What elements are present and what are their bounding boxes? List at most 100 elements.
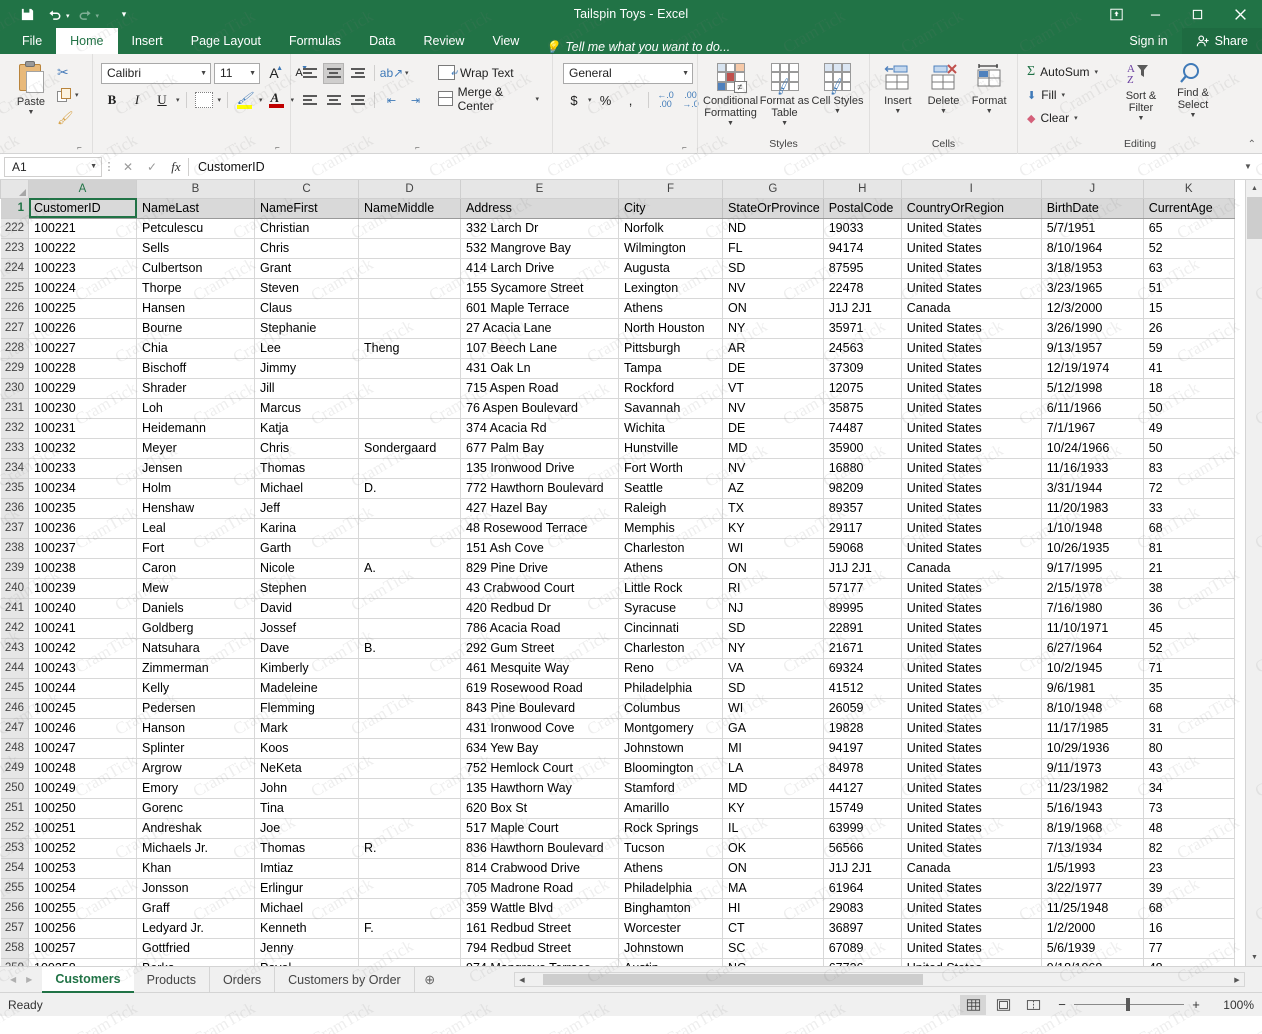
data-cell[interactable]	[359, 578, 461, 598]
data-cell[interactable]: 107 Beech Lane	[461, 338, 619, 358]
data-cell[interactable]: Loh	[137, 398, 255, 418]
decrease-indent-button[interactable]: ⇤	[381, 90, 402, 111]
data-cell[interactable]: FL	[723, 238, 824, 258]
row-header[interactable]: 253	[1, 838, 29, 858]
data-cell[interactable]: 94197	[823, 738, 901, 758]
data-cell[interactable]: Wilmington	[619, 238, 723, 258]
column-header-B[interactable]: B	[137, 180, 255, 198]
data-cell[interactable]: AZ	[723, 478, 824, 498]
data-cell[interactable]: Flemming	[255, 698, 359, 718]
data-cell[interactable]: 100240	[29, 598, 137, 618]
data-cell[interactable]: 11/25/1948	[1041, 898, 1143, 918]
data-cell[interactable]: 843 Pine Boulevard	[461, 698, 619, 718]
data-cell[interactable]: United States	[901, 838, 1041, 858]
data-cell[interactable]: MD	[723, 438, 824, 458]
row-header[interactable]: 232	[1, 418, 29, 438]
data-cell[interactable]: CT	[723, 918, 824, 938]
data-cell[interactable]: NJ	[723, 598, 824, 618]
data-cell[interactable]: Rockford	[619, 378, 723, 398]
data-cell[interactable]	[359, 738, 461, 758]
borders-button[interactable]	[193, 90, 215, 111]
row-header[interactable]: 245	[1, 678, 29, 698]
data-cell[interactable]: 49	[1143, 418, 1234, 438]
data-cell[interactable]: DE	[723, 418, 824, 438]
accounting-dropdown-icon[interactable]: ▾	[588, 96, 592, 104]
data-cell[interactable]: Syracuse	[619, 598, 723, 618]
data-cell[interactable]: Charleston	[619, 638, 723, 658]
data-cell[interactable]: United States	[901, 898, 1041, 918]
data-cell[interactable]: 7/13/1934	[1041, 838, 1143, 858]
insert-function-button[interactable]: fx	[164, 157, 188, 177]
clear-dropdown-icon[interactable]: ▾	[1074, 114, 1078, 122]
data-cell[interactable]: NC	[723, 958, 824, 966]
data-cell[interactable]: 772 Hawthorn Boulevard	[461, 478, 619, 498]
column-header-K[interactable]: K	[1143, 180, 1234, 198]
find-select-dropdown-icon[interactable]: ▼	[1190, 112, 1197, 119]
data-cell[interactable]: 100229	[29, 378, 137, 398]
row-header[interactable]: 222	[1, 218, 29, 238]
data-cell[interactable]: A.	[359, 558, 461, 578]
data-cell[interactable]: Tucson	[619, 838, 723, 858]
data-cell[interactable]: Koos	[255, 738, 359, 758]
scroll-down-icon[interactable]: ▼	[1246, 949, 1262, 966]
column-title-cell[interactable]: CurrentAge	[1143, 198, 1234, 218]
data-cell[interactable]: 67089	[823, 938, 901, 958]
ribbon-tab-page-layout[interactable]: Page Layout	[177, 28, 275, 54]
data-cell[interactable]: Thomas	[255, 458, 359, 478]
fill-color-dropdown-icon[interactable]: ▾	[259, 96, 263, 104]
data-cell[interactable]: 836 Hawthorn Boulevard	[461, 838, 619, 858]
column-title-cell[interactable]: NameLast	[137, 198, 255, 218]
data-cell[interactable]: Karina	[255, 518, 359, 538]
data-cell[interactable]: 461 Mesquite Way	[461, 658, 619, 678]
data-cell[interactable]: D.	[359, 478, 461, 498]
data-cell[interactable]: 11/17/1985	[1041, 718, 1143, 738]
data-cell[interactable]: 57177	[823, 578, 901, 598]
data-cell[interactable]: 359 Wattle Blvd	[461, 898, 619, 918]
data-cell[interactable]: 100236	[29, 518, 137, 538]
column-title-cell[interactable]: BirthDate	[1041, 198, 1143, 218]
data-cell[interactable]: J1J 2J1	[823, 558, 901, 578]
data-cell[interactable]: 161 Redbud Street	[461, 918, 619, 938]
data-cell[interactable]	[359, 718, 461, 738]
ribbon-tab-insert[interactable]: Insert	[118, 28, 177, 54]
data-cell[interactable]: Chris	[255, 238, 359, 258]
data-cell[interactable]: 100258	[29, 958, 137, 966]
data-cell[interactable]: 61964	[823, 878, 901, 898]
data-cell[interactable]: United States	[901, 918, 1041, 938]
fill-color-button[interactable]: 🖌	[234, 90, 256, 111]
data-cell[interactable]: 10/2/1945	[1041, 658, 1143, 678]
data-cell[interactable]: Jeff	[255, 498, 359, 518]
data-cell[interactable]: Canada	[901, 558, 1041, 578]
data-cell[interactable]: 100254	[29, 878, 137, 898]
merge-center-dropdown-icon[interactable]: ▾	[535, 95, 539, 103]
data-cell[interactable]: KY	[723, 798, 824, 818]
data-cell[interactable]: 100241	[29, 618, 137, 638]
data-cell[interactable]: J1J 2J1	[823, 858, 901, 878]
data-cell[interactable]: ON	[723, 298, 824, 318]
data-cell[interactable]	[359, 618, 461, 638]
data-cell[interactable]: 63	[1143, 258, 1234, 278]
data-cell[interactable]: Gorenc	[137, 798, 255, 818]
data-cell[interactable]: Stephanie	[255, 318, 359, 338]
wrap-text-button[interactable]: ↵ Wrap Text	[438, 62, 547, 83]
data-cell[interactable]: John	[255, 778, 359, 798]
data-cell[interactable]: 63999	[823, 818, 901, 838]
data-cell[interactable]: Erlingur	[255, 878, 359, 898]
column-header-J[interactable]: J	[1041, 180, 1143, 198]
row-header[interactable]: 237	[1, 518, 29, 538]
data-cell[interactable]: Thomas	[255, 838, 359, 858]
autosum-button[interactable]: Σ AutoSum ▾	[1027, 62, 1115, 82]
sheet-tab-products[interactable]: Products	[134, 967, 210, 993]
data-cell[interactable]: MD	[723, 778, 824, 798]
data-cell[interactable]: WI	[723, 698, 824, 718]
data-cell[interactable]: 8/10/1964	[1041, 238, 1143, 258]
data-cell[interactable]	[359, 238, 461, 258]
data-cell[interactable]	[359, 758, 461, 778]
align-left-button[interactable]	[299, 90, 320, 111]
data-cell[interactable]: 100255	[29, 898, 137, 918]
data-cell[interactable]: 332 Larch Dr	[461, 218, 619, 238]
data-cell[interactable]: 6/11/1966	[1041, 398, 1143, 418]
data-cell[interactable]: 100244	[29, 678, 137, 698]
data-cell[interactable]: Michaels Jr.	[137, 838, 255, 858]
data-cell[interactable]: 50	[1143, 398, 1234, 418]
